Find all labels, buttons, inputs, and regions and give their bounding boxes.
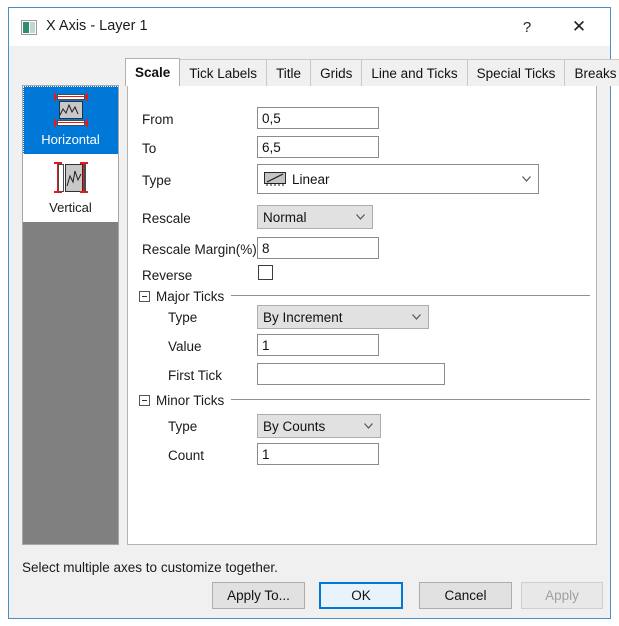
minor-type-dropdown[interactable]: By Counts (257, 414, 381, 438)
vertical-axis-icon (49, 160, 93, 196)
minor-type-label: Type (168, 419, 198, 434)
rescale-dropdown[interactable]: Normal (257, 205, 373, 229)
to-label: To (142, 141, 157, 156)
minor-count-label: Count (168, 448, 205, 463)
tab-grids[interactable]: Grids (310, 59, 363, 86)
major-ticks-title: Major Ticks (156, 289, 225, 304)
help-icon[interactable]: ? (504, 8, 550, 46)
major-value-input[interactable]: 1 (257, 334, 379, 356)
tab-special-ticks[interactable]: Special Ticks (466, 59, 566, 86)
dialog-window: X Axis - Layer 1 ? ✕ Scale Tick Labels T… (8, 7, 619, 619)
major-ticks-group-header[interactable]: Major Ticks (139, 289, 224, 304)
axis-selector-list[interactable]: Horizontal Vertical (22, 85, 120, 545)
minor-ticks-divider (231, 399, 590, 400)
first-tick-input[interactable] (257, 363, 445, 385)
from-input[interactable]: 0,5 (257, 107, 379, 129)
major-type-value: By Increment (263, 309, 343, 325)
window-title: X Axis - Layer 1 (46, 18, 148, 34)
minor-ticks-title: Minor Ticks (156, 393, 225, 408)
major-value-label: Value (168, 339, 202, 354)
to-input[interactable]: 6,5 (257, 136, 379, 158)
sidebar-item-label: Vertical (49, 200, 92, 215)
axis-dialog-icon (21, 20, 37, 35)
chevron-down-icon (412, 314, 421, 320)
scale-type-dropdown[interactable]: Linear (257, 164, 539, 194)
rescale-label: Rescale (142, 211, 191, 226)
close-icon[interactable]: ✕ (556, 8, 602, 46)
reverse-checkbox[interactable] (258, 265, 273, 280)
rescale-margin-label: Rescale Margin(%) (142, 242, 257, 257)
tab-title[interactable]: Title (266, 59, 312, 86)
apply-to-button[interactable]: Apply To... (212, 582, 305, 609)
rescale-value: Normal (263, 209, 307, 225)
tab-breaks[interactable]: Breaks (564, 59, 619, 86)
footer-hint: Select multiple axes to customize togeth… (22, 560, 278, 575)
rescale-margin-input[interactable]: 8 (257, 237, 379, 259)
scale-type-label: Type (142, 173, 172, 188)
minor-ticks-group-header[interactable]: Minor Ticks (139, 393, 224, 408)
collapse-minus-icon[interactable] (139, 395, 150, 406)
title-bar: X Axis - Layer 1 ? ✕ (9, 8, 610, 46)
chevron-down-icon (356, 214, 365, 220)
major-type-dropdown[interactable]: By Increment (257, 305, 429, 329)
first-tick-label: First Tick (168, 368, 222, 383)
minor-count-input[interactable]: 1 (257, 443, 379, 465)
ok-button[interactable]: OK (319, 582, 403, 609)
scale-type-value: Linear (292, 171, 330, 187)
tab-bar: Scale Tick Labels Title Grids Line and T… (125, 58, 619, 86)
minor-type-value: By Counts (263, 418, 326, 434)
sidebar-item-label: Horizontal (41, 132, 100, 147)
tab-line-and-ticks[interactable]: Line and Ticks (361, 59, 468, 86)
collapse-minus-icon[interactable] (139, 291, 150, 302)
reverse-label: Reverse (142, 268, 193, 283)
chevron-down-icon (364, 423, 373, 429)
chevron-down-icon (522, 176, 531, 182)
sidebar-item-vertical[interactable]: Vertical (23, 154, 118, 222)
apply-button: Apply (521, 582, 603, 609)
linear-scale-icon (263, 171, 287, 187)
major-type-label: Type (168, 310, 198, 325)
tab-scale[interactable]: Scale (125, 58, 181, 86)
tab-tick-labels[interactable]: Tick Labels (179, 59, 268, 86)
major-ticks-divider (231, 295, 590, 296)
horizontal-axis-icon (49, 92, 93, 128)
from-label: From (142, 112, 174, 127)
scale-panel: From 0,5 To 6,5 Type Linear Rescale Norm… (127, 85, 597, 545)
cancel-button[interactable]: Cancel (419, 582, 512, 609)
sidebar-item-horizontal[interactable]: Horizontal (23, 86, 120, 156)
